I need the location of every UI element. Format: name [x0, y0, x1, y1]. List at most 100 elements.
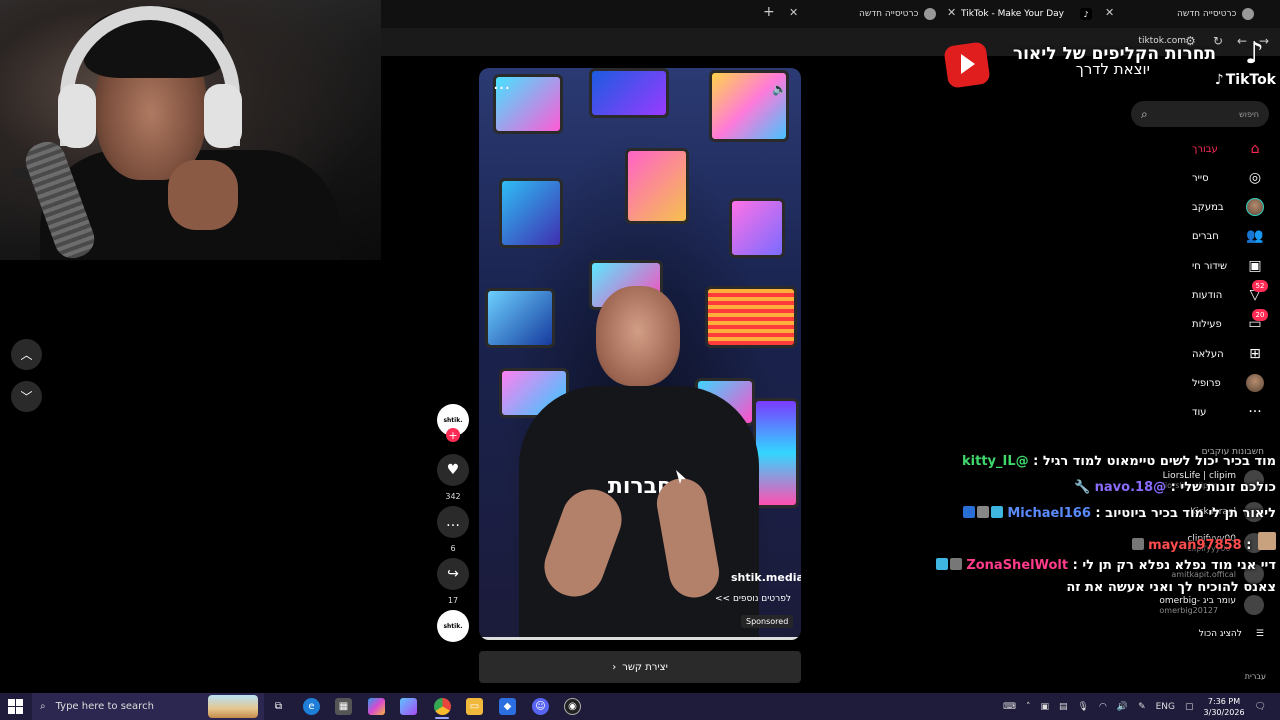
network-icon[interactable]: ▤: [1059, 702, 1068, 712]
music-disc-button[interactable]: shtik.: [437, 610, 469, 642]
tray-app-icon[interactable]: ▢: [1185, 702, 1194, 712]
compass-icon: ◎: [1248, 170, 1262, 186]
share-button[interactable]: ↪ 17: [437, 558, 469, 605]
list-icon: ☰: [1255, 629, 1264, 639]
sidebar-item-profile[interactable]: פרופיל: [1192, 374, 1264, 392]
sidebar-item-upload[interactable]: ⊞ העלאה: [1192, 345, 1264, 363]
wifi-icon[interactable]: ◠: [1099, 702, 1107, 712]
account-name: LiorsLife | clipim: [1162, 470, 1236, 481]
sidebar-item-friends[interactable]: 👥 חברים: [1192, 227, 1264, 245]
headphone-right-cup: [204, 84, 242, 148]
browser-tab-new[interactable]: כרטיסייה חדשה: [859, 4, 937, 24]
chevron-up-icon[interactable]: ˄: [1026, 702, 1031, 712]
follow-plus-icon[interactable]: +: [446, 428, 460, 442]
sidebar-item-activity[interactable]: ▭ 20 פעילות: [1192, 309, 1268, 333]
like-button[interactable]: ♥ 342: [437, 454, 469, 501]
chevron-down-icon: ﹀: [20, 390, 33, 404]
comment-count: 6: [450, 544, 456, 553]
file-explorer-icon[interactable]: ▭: [466, 698, 483, 715]
video-author-name[interactable]: shtik.media: [731, 571, 801, 584]
sidebar-item-for-you[interactable]: ⌂ עבורך: [1192, 140, 1264, 158]
notifications-icon[interactable]: 🗨: [1255, 702, 1266, 712]
keyboard-icon[interactable]: ⌨: [1003, 702, 1016, 712]
more-options-icon[interactable]: ···: [493, 78, 510, 99]
following-avatar-icon: [1246, 198, 1264, 216]
chevron-left-icon: ‹: [612, 661, 617, 673]
tiktok-note-icon: ♪: [1214, 72, 1224, 88]
tv-screen: [625, 148, 689, 224]
tray-app-icon[interactable]: ▣: [1041, 702, 1050, 712]
chrome-icon: [1242, 8, 1255, 20]
chat-text: דיי אני מוד נפלא נפלא רק תן לי: [1082, 558, 1276, 573]
app-icon[interactable]: ◆: [499, 698, 516, 715]
app-icon[interactable]: [400, 698, 417, 715]
heart-icon: ♥: [437, 454, 469, 486]
tab-close-icon[interactable]: ✕: [1105, 6, 1114, 19]
store-icon[interactable]: ▦: [335, 698, 352, 715]
more-details-link[interactable]: לפרטים נוספים >>: [715, 594, 791, 604]
sidebar-item-more[interactable]: ··· עוד: [1192, 403, 1264, 421]
tab-close-icon[interactable]: ✕: [789, 6, 798, 19]
sponsored-badge: Sponsored: [741, 615, 794, 628]
sidebar-item-label: פעילות: [1192, 318, 1222, 330]
author-avatar-button[interactable]: shtik. +: [437, 404, 469, 442]
volume-icon[interactable]: 🔈: [772, 82, 787, 96]
language-label[interactable]: עברית: [1245, 672, 1266, 681]
obs-icon[interactable]: ◉: [564, 698, 581, 715]
contact-button[interactable]: יצירת קשר ‹: [479, 651, 801, 683]
new-tab-button[interactable]: +: [763, 4, 775, 20]
task-view-icon[interactable]: ⧉: [270, 698, 287, 715]
sidebar-item-messages[interactable]: ▽ 52 הודעות: [1192, 280, 1268, 304]
contact-button-label: יצירת קשר: [622, 661, 668, 673]
language-indicator[interactable]: ENG: [1156, 702, 1175, 712]
pen-icon[interactable]: ✎: [1138, 702, 1146, 712]
copilot-icon[interactable]: [368, 698, 385, 715]
youtube-logo: [943, 38, 991, 90]
comment-icon: …: [437, 506, 469, 538]
windows-start-icon[interactable]: [8, 699, 23, 714]
video-player[interactable]: חברות ··· 🔈 shtik.media לפרטים נוספים >>…: [479, 68, 801, 640]
taskbar-search-input[interactable]: ⌕ Type here to search: [32, 693, 264, 720]
chat-username: @kitty_IL: [962, 454, 1029, 469]
tab-close-icon[interactable]: ✕: [947, 6, 956, 19]
show-all-button[interactable]: ☰ להציג הכול: [1199, 629, 1264, 639]
following-account[interactable]: omerbig- עומר ביג omerbig20127: [1159, 595, 1264, 615]
active-app-indicator: [435, 717, 449, 719]
video-progress-bar[interactable]: [479, 637, 801, 640]
chevron-up-icon: ︿: [20, 348, 33, 362]
chat-badge-icon: [962, 506, 975, 518]
show-all-label: להציג הכול: [1198, 629, 1242, 639]
browser-tab-tiktok[interactable]: TikTok - Make Your Day ♪: [961, 4, 1093, 24]
messages-badge: 52: [1252, 280, 1268, 292]
system-tray: ⌨ ˄ ▣ ▤ 🎙 ◠ 🔊 ✎ ENG ▢ 7:36 PM 3/30/2026 …: [1003, 693, 1280, 720]
video-progress-fill: [479, 637, 798, 640]
like-count: 342: [445, 492, 461, 501]
discord-icon[interactable]: ☺: [532, 698, 549, 715]
previous-video-button[interactable]: ︿: [11, 339, 42, 370]
headphone-left-cup: [58, 84, 96, 148]
sidebar-item-live[interactable]: ▣ שידור חי: [1192, 257, 1264, 275]
friends-icon: 👥: [1246, 228, 1264, 244]
browser-tab-new-2[interactable]: כרטיסייה חדשה: [1177, 4, 1255, 24]
next-video-button[interactable]: ﹀: [11, 381, 42, 412]
search-placeholder: חיפוש: [1239, 109, 1259, 119]
system-clock[interactable]: 7:36 PM 3/30/2026: [1204, 696, 1245, 718]
chat-badge-icon: [949, 558, 962, 570]
edge-icon[interactable]: e: [303, 698, 320, 715]
chat-text: כולכם זונות שלי: [1180, 480, 1276, 495]
chat-username: mayan97858: [1148, 538, 1242, 553]
comment-button[interactable]: … 6: [437, 506, 469, 553]
chrome-icon[interactable]: [434, 698, 451, 715]
tiktok-logo[interactable]: ♪ TikTok: [1215, 72, 1276, 88]
windows-taskbar: ⌕ Type here to search ⧉ e ▦ ▭ ◆ ☺ ◉ ⌨ ˄ …: [0, 693, 1280, 720]
sidebar-item-following[interactable]: במעקב: [1192, 198, 1264, 216]
microphone-icon[interactable]: 🎙: [1078, 702, 1089, 712]
chat-message: ליאור תן לי מוד בכיר ביוטיוב : Michael16…: [961, 506, 1276, 521]
tv-screen: [709, 70, 789, 142]
sidebar-item-label: העלאה: [1192, 348, 1224, 360]
banner-subtitle: יוצאת לדרך: [1075, 60, 1150, 78]
volume-icon[interactable]: 🔊: [1117, 702, 1128, 712]
sidebar-item-explore[interactable]: ◎ סייר: [1192, 169, 1264, 187]
search-input[interactable]: חיפוש ⌕: [1131, 101, 1269, 127]
shirt-text: חברות: [607, 474, 673, 499]
